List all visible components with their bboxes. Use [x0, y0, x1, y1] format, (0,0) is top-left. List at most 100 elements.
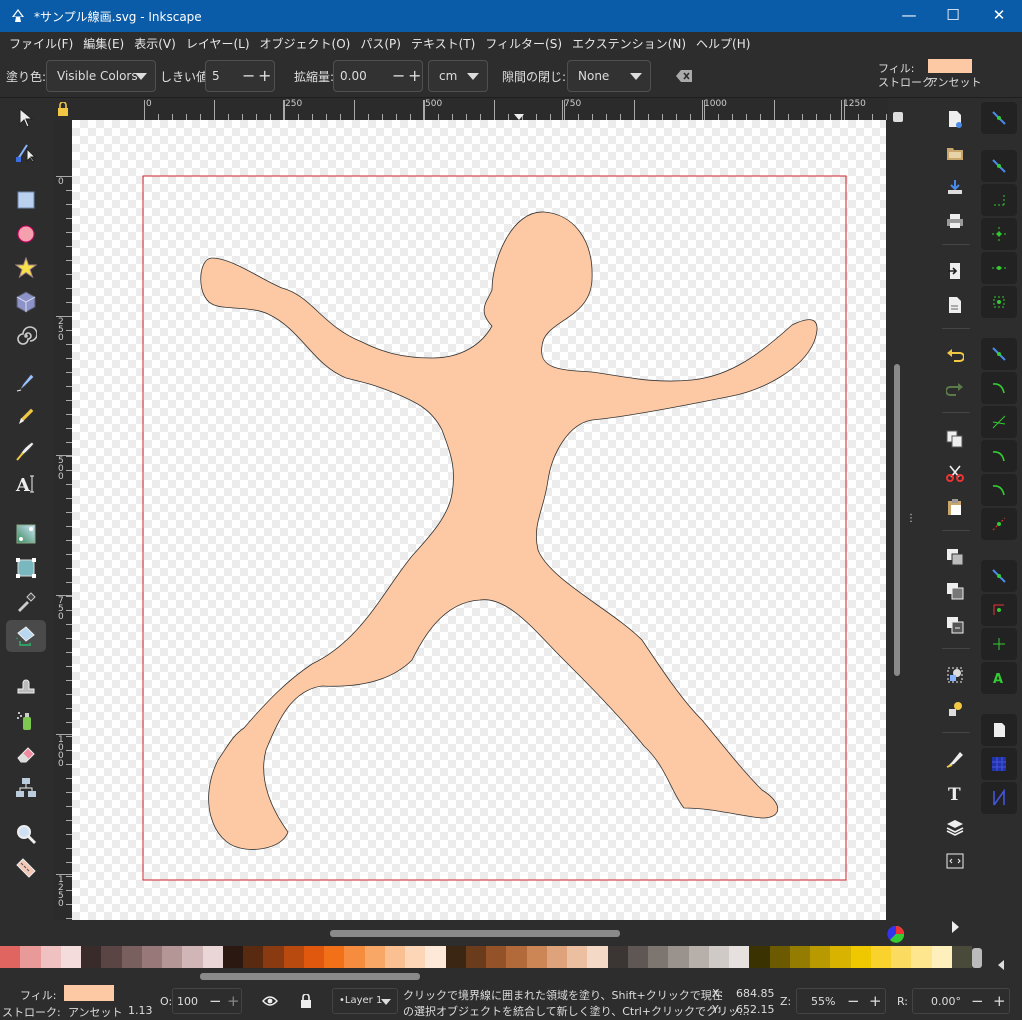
color-palette[interactable] [0, 946, 972, 970]
vertical-ruler[interactable]: 0 250 500 750 1000 1250 [54, 120, 72, 920]
xml-editor-icon[interactable] [944, 850, 966, 872]
palette-swatch[interactable] [931, 946, 952, 968]
ellipse-tool[interactable] [6, 218, 46, 250]
menu-extensions[interactable]: エクステンション(N) [567, 35, 691, 52]
minus-icon[interactable]: − [971, 992, 984, 1010]
calligraphy-tool[interactable] [6, 434, 46, 466]
minus-icon[interactable]: − [392, 66, 405, 85]
menu-object[interactable]: オブジェクト(O) [255, 35, 356, 52]
palette-swatch[interactable] [465, 946, 486, 968]
fill-by-select[interactable]: Visible Colors [46, 60, 156, 92]
threshold-spinbox[interactable]: 5 − + [205, 60, 275, 92]
menu-edit[interactable]: 編集(E) [78, 35, 129, 52]
text-tool[interactable]: A [6, 468, 46, 500]
palette-swatch[interactable] [263, 946, 284, 968]
palette-swatch[interactable] [850, 946, 871, 968]
import-icon[interactable] [944, 260, 966, 282]
palette-swatch[interactable] [648, 946, 669, 968]
snap-guide-icon[interactable] [981, 782, 1017, 814]
menu-text[interactable]: テキスト(T) [406, 35, 480, 52]
tweak-tool[interactable] [6, 670, 46, 702]
palette-swatch[interactable] [141, 946, 162, 968]
palette-swatch[interactable] [425, 946, 446, 968]
snap-smooth-icon[interactable] [981, 474, 1017, 506]
reset-icon[interactable] [676, 70, 692, 82]
palette-swatch[interactable] [708, 946, 729, 968]
spray-tool[interactable] [6, 704, 46, 736]
rectangle-tool[interactable] [6, 184, 46, 216]
palette-swatch[interactable] [870, 946, 891, 968]
style-fill-swatch[interactable] [928, 59, 972, 73]
palette-swatch[interactable] [364, 946, 385, 968]
print-icon[interactable] [944, 210, 966, 232]
snap-text-baseline-icon[interactable]: A [981, 662, 1017, 694]
grow-spinbox[interactable]: 0.00 − + [333, 60, 423, 92]
palette-swatch[interactable] [486, 946, 507, 968]
panel-handle[interactable]: ⋮ [906, 514, 916, 530]
expand-arrow-icon[interactable] [944, 916, 966, 938]
palette-swatch[interactable] [911, 946, 932, 968]
menu-path[interactable]: パス(P) [355, 35, 406, 52]
vertical-scrollbar[interactable] [890, 112, 904, 920]
snap-bbox-corner-icon[interactable] [981, 218, 1017, 250]
drawing-canvas[interactable] [72, 120, 886, 920]
palette-swatch[interactable] [587, 946, 608, 968]
palette-swatch[interactable] [384, 946, 405, 968]
palette-swatch[interactable] [20, 946, 41, 968]
snap-bbox-icon[interactable] [981, 150, 1017, 182]
palette-swatch[interactable] [101, 946, 122, 968]
palette-swatch[interactable] [60, 946, 81, 968]
eye-icon[interactable] [262, 995, 278, 1007]
figure-fill-shape[interactable] [200, 211, 818, 850]
measure-tool[interactable] [6, 852, 46, 884]
pen-tool[interactable] [6, 366, 46, 398]
scroll-corner-button[interactable] [893, 112, 903, 122]
status-fill-swatch[interactable] [64, 985, 114, 1001]
palette-swatch[interactable] [607, 946, 628, 968]
node-tool[interactable] [6, 136, 46, 168]
palette-swatch[interactable] [445, 946, 466, 968]
snap-midpoint-icon[interactable] [981, 508, 1017, 540]
text-font-icon[interactable]: T [944, 782, 966, 804]
unlink-clone-icon[interactable] [944, 614, 966, 636]
palette-swatch[interactable] [506, 946, 527, 968]
snap-others-icon[interactable] [981, 560, 1017, 592]
minus-icon[interactable]: − [847, 992, 860, 1010]
new-document-icon[interactable] [944, 108, 966, 130]
palette-swatch[interactable] [324, 946, 345, 968]
copy-icon[interactable] [944, 428, 966, 450]
plus-icon[interactable]: + [227, 992, 240, 1010]
horizontal-scrollbar[interactable] [72, 924, 886, 944]
scrollbar-thumb[interactable] [200, 973, 420, 980]
menu-file[interactable]: ファイル(F) [4, 35, 78, 52]
opacity-spinbox[interactable]: 100 − + [172, 988, 242, 1014]
pencil-tool[interactable] [6, 400, 46, 432]
palette-menu-arrow-icon[interactable] [998, 960, 1004, 970]
palette-swatch[interactable] [627, 946, 648, 968]
snap-intersection-icon[interactable] [981, 406, 1017, 438]
connector-tool[interactable] [6, 772, 46, 804]
palette-swatch[interactable] [789, 946, 810, 968]
palette-swatch[interactable] [526, 946, 547, 968]
palette-swatch[interactable] [668, 946, 689, 968]
close-button[interactable]: ✕ [976, 0, 1022, 32]
menu-filters[interactable]: フィルター(S) [480, 35, 567, 52]
clone-icon[interactable] [944, 580, 966, 602]
palette-swatch[interactable] [769, 946, 790, 968]
drawing-svg[interactable] [72, 120, 886, 920]
horizontal-ruler[interactable]: 0 250 500 750 1000 1250 [54, 98, 888, 120]
palette-swatch[interactable] [567, 946, 588, 968]
selector-tool[interactable] [6, 102, 46, 134]
menu-layer[interactable]: レイヤー(L) [181, 35, 255, 52]
layer-select[interactable]: •Layer 1 [332, 988, 398, 1014]
minus-icon[interactable]: − [242, 66, 255, 85]
close-gaps-select[interactable]: None [567, 60, 651, 92]
plus-icon[interactable]: + [258, 66, 271, 85]
menu-help[interactable]: ヘルプ(H) [691, 35, 755, 52]
palette-swatch[interactable] [283, 946, 304, 968]
fill-stroke-icon[interactable] [944, 748, 966, 770]
palette-swatch[interactable] [121, 946, 142, 968]
minimize-button[interactable]: — [886, 0, 932, 32]
color-manage-icon[interactable] [886, 924, 906, 944]
scrollbar-thumb[interactable] [894, 364, 900, 676]
